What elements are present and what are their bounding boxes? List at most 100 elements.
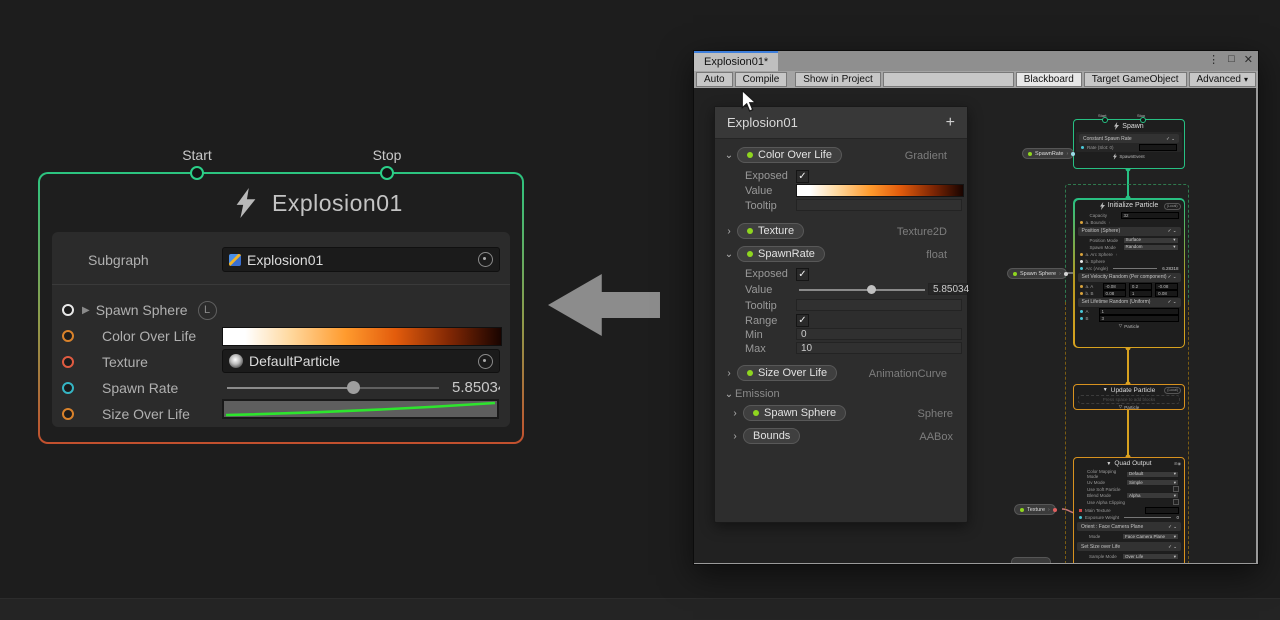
lifetime-a-field[interactable]: 1 (1099, 308, 1179, 315)
spawn-rate-port[interactable] (62, 382, 74, 394)
position-sphere-block[interactable]: Position (Sphere) ✓ ⌄ (1078, 227, 1181, 236)
bounds-port[interactable] (1080, 221, 1083, 224)
space-badge[interactable]: (Local) (1164, 203, 1181, 210)
output-port[interactable] (1064, 272, 1068, 276)
subgraph-field[interactable]: Explosion01 (222, 247, 500, 272)
curve-field[interactable] (222, 399, 499, 419)
spawn-sphere-parameter-node[interactable]: Spawn Sphere › (1007, 268, 1067, 279)
expand-icon[interactable]: › (1116, 252, 1118, 257)
foldout-icon[interactable]: › (729, 431, 741, 442)
stop-port[interactable] (380, 166, 394, 180)
maximize-icon[interactable]: □ (1228, 53, 1235, 66)
gradient-field[interactable] (222, 327, 502, 346)
property-pill-size-over-life[interactable]: Size Over Life (737, 365, 837, 381)
tooltip-field[interactable] (796, 299, 962, 311)
property-pill-color-over-life[interactable]: Color Over Life (737, 147, 842, 163)
constant-spawn-rate-block[interactable]: Constant Spawn Rate ✓ ⌄ (1079, 134, 1179, 143)
foldout-icon[interactable]: ⌄ (723, 150, 735, 161)
expand-icon[interactable]: › (1109, 220, 1111, 225)
color-over-life-port[interactable] (62, 330, 74, 342)
spawnrate-value-field[interactable]: 5.85034 (928, 283, 967, 295)
arc-value[interactable]: 6.28318 (1162, 266, 1178, 271)
spawn-sphere-port[interactable] (62, 304, 74, 316)
texture-field[interactable]: DefaultParticle (222, 349, 500, 373)
tooltip-field[interactable] (796, 199, 962, 211)
orient-block[interactable]: Orient : Face Camera Plane ✓ ⌄ (1077, 522, 1181, 531)
alpha-clipping-checkbox[interactable] (1173, 499, 1179, 505)
initialize-node[interactable]: Initialize Particle (Local) Capacity 32 … (1073, 198, 1185, 348)
window-menu-icon[interactable]: ⋮ (1208, 53, 1219, 66)
orient-mode-dropdown[interactable]: Face Camera Plane▾ (1122, 533, 1179, 540)
property-pill-spawn-sphere[interactable]: Spawn Sphere (743, 405, 846, 421)
start-port[interactable] (190, 166, 204, 180)
size-over-life-port[interactable] (62, 408, 74, 420)
blackboard-toggle-button[interactable]: Blackboard (1016, 72, 1082, 87)
advanced-dropdown-button[interactable]: Advanced▾ (1189, 72, 1257, 87)
blackboard-panel[interactable]: Explosion01 + ⌄ Color Over Life Gradient… (714, 106, 968, 523)
texture-parameter-node[interactable]: Texture › (1014, 504, 1056, 515)
lifetime-a-port[interactable] (1080, 310, 1083, 313)
spawnrate-parameter-node[interactable]: SpawnRate › (1022, 148, 1074, 159)
main-texture-port[interactable] (1079, 509, 1082, 512)
collapse-icon[interactable]: › (1059, 271, 1061, 277)
arc-port[interactable] (1080, 267, 1083, 270)
range-checkbox[interactable]: ✓ (796, 314, 809, 327)
spawn-rate-value[interactable]: 5.85034 (452, 379, 500, 397)
velocity-a-y[interactable]: 0.2 (1129, 283, 1152, 290)
clipped-parameter-node[interactable] (1011, 557, 1051, 563)
position-mode-dropdown[interactable]: Surface▾ (1123, 237, 1179, 244)
velocity-b-y[interactable]: 1 (1129, 290, 1152, 297)
collapse-icon[interactable]: › (1048, 507, 1050, 513)
exposed-checkbox[interactable]: ✓ (796, 170, 809, 183)
collapse-icon[interactable]: › (1066, 151, 1068, 157)
property-pill-spawnrate[interactable]: SpawnRate (737, 246, 825, 262)
spawn-node[interactable]: Spawn Constant Spawn Rate ✓ ⌄ Rate (Slot… (1073, 119, 1185, 169)
foldout-icon[interactable]: ⌄ (723, 389, 735, 400)
slider-handle[interactable] (867, 285, 876, 294)
blend-mode-dropdown[interactable]: Alpha▾ (1126, 492, 1179, 499)
lifetime-b-port[interactable] (1080, 317, 1083, 320)
quad-output-node[interactable]: ▼ Quad Output ⊞◉ Color Mapping Mode Defa… (1073, 457, 1185, 563)
velocity-b-z[interactable]: 0.08 (1155, 290, 1178, 297)
velocity-a-z[interactable]: -0.08 (1155, 283, 1178, 290)
tab-explosion01[interactable]: Explosion01* (694, 51, 778, 71)
gradient-value-field[interactable] (796, 184, 964, 197)
spawn-mode-dropdown[interactable]: Random▾ (1123, 244, 1179, 251)
header-badge-icons[interactable]: ⊞◉ (1174, 461, 1181, 466)
add-property-button[interactable]: + (946, 115, 955, 131)
velocity-b-port[interactable] (1080, 292, 1083, 295)
uv-mode-dropdown[interactable]: Simple▾ (1126, 479, 1179, 486)
arc-sphere-port[interactable] (1080, 253, 1083, 256)
set-size-over-life-block[interactable]: Set Size over Life ✓ ⌄ (1077, 542, 1181, 551)
max-field[interactable]: 10 (796, 342, 962, 354)
min-field[interactable]: 0 (796, 328, 962, 340)
exposure-port[interactable] (1079, 516, 1082, 519)
close-icon[interactable]: ✕ (1244, 53, 1253, 66)
output-port[interactable] (1053, 508, 1057, 512)
graph-canvas[interactable]: Explosion01 + ⌄ Color Over Life Gradient… (694, 88, 1256, 563)
auto-button[interactable]: Auto (696, 72, 733, 87)
show-in-project-button[interactable]: Show in Project (795, 72, 880, 87)
exposure-value[interactable]: 0 (1176, 515, 1179, 520)
object-picker-icon[interactable] (478, 252, 493, 267)
target-gameobject-button[interactable]: Target GameObject (1084, 72, 1187, 87)
property-pill-texture[interactable]: Texture (737, 223, 804, 239)
foldout-triangle-icon[interactable]: ▶ (82, 305, 90, 316)
lifetime-b-field[interactable]: 3 (1099, 315, 1179, 322)
rate-port[interactable] (1081, 146, 1084, 149)
foldout-icon[interactable]: › (729, 408, 741, 419)
texture-port[interactable] (62, 356, 74, 368)
exposed-checkbox[interactable]: ✓ (796, 268, 809, 281)
vfx-graph-window[interactable]: Explosion01* ⋮ □ ✕ Auto Compile Show in … (693, 50, 1259, 565)
velocity-b-x[interactable]: 0.08 (1103, 290, 1126, 297)
spawn-rate-slider[interactable] (227, 386, 439, 390)
update-node[interactable]: ▼ Update Particle (Local) Press space to… (1073, 384, 1185, 410)
main-texture-field[interactable] (1145, 507, 1179, 514)
sample-mode-dropdown[interactable]: Over Life▾ (1122, 553, 1179, 560)
velocity-a-x[interactable]: -0.08 (1103, 283, 1126, 290)
object-picker-icon[interactable] (478, 354, 493, 369)
rate-field[interactable] (1139, 144, 1177, 151)
subgraph-node[interactable]: Explosion01 Subgraph Explosion01 ▶ Spawn… (38, 172, 524, 444)
add-blocks-placeholder[interactable]: Press space to add blocks (1103, 397, 1156, 402)
set-velocity-random-block[interactable]: Set Velocity Random (Per component) ✓ ⌄ (1078, 273, 1181, 282)
